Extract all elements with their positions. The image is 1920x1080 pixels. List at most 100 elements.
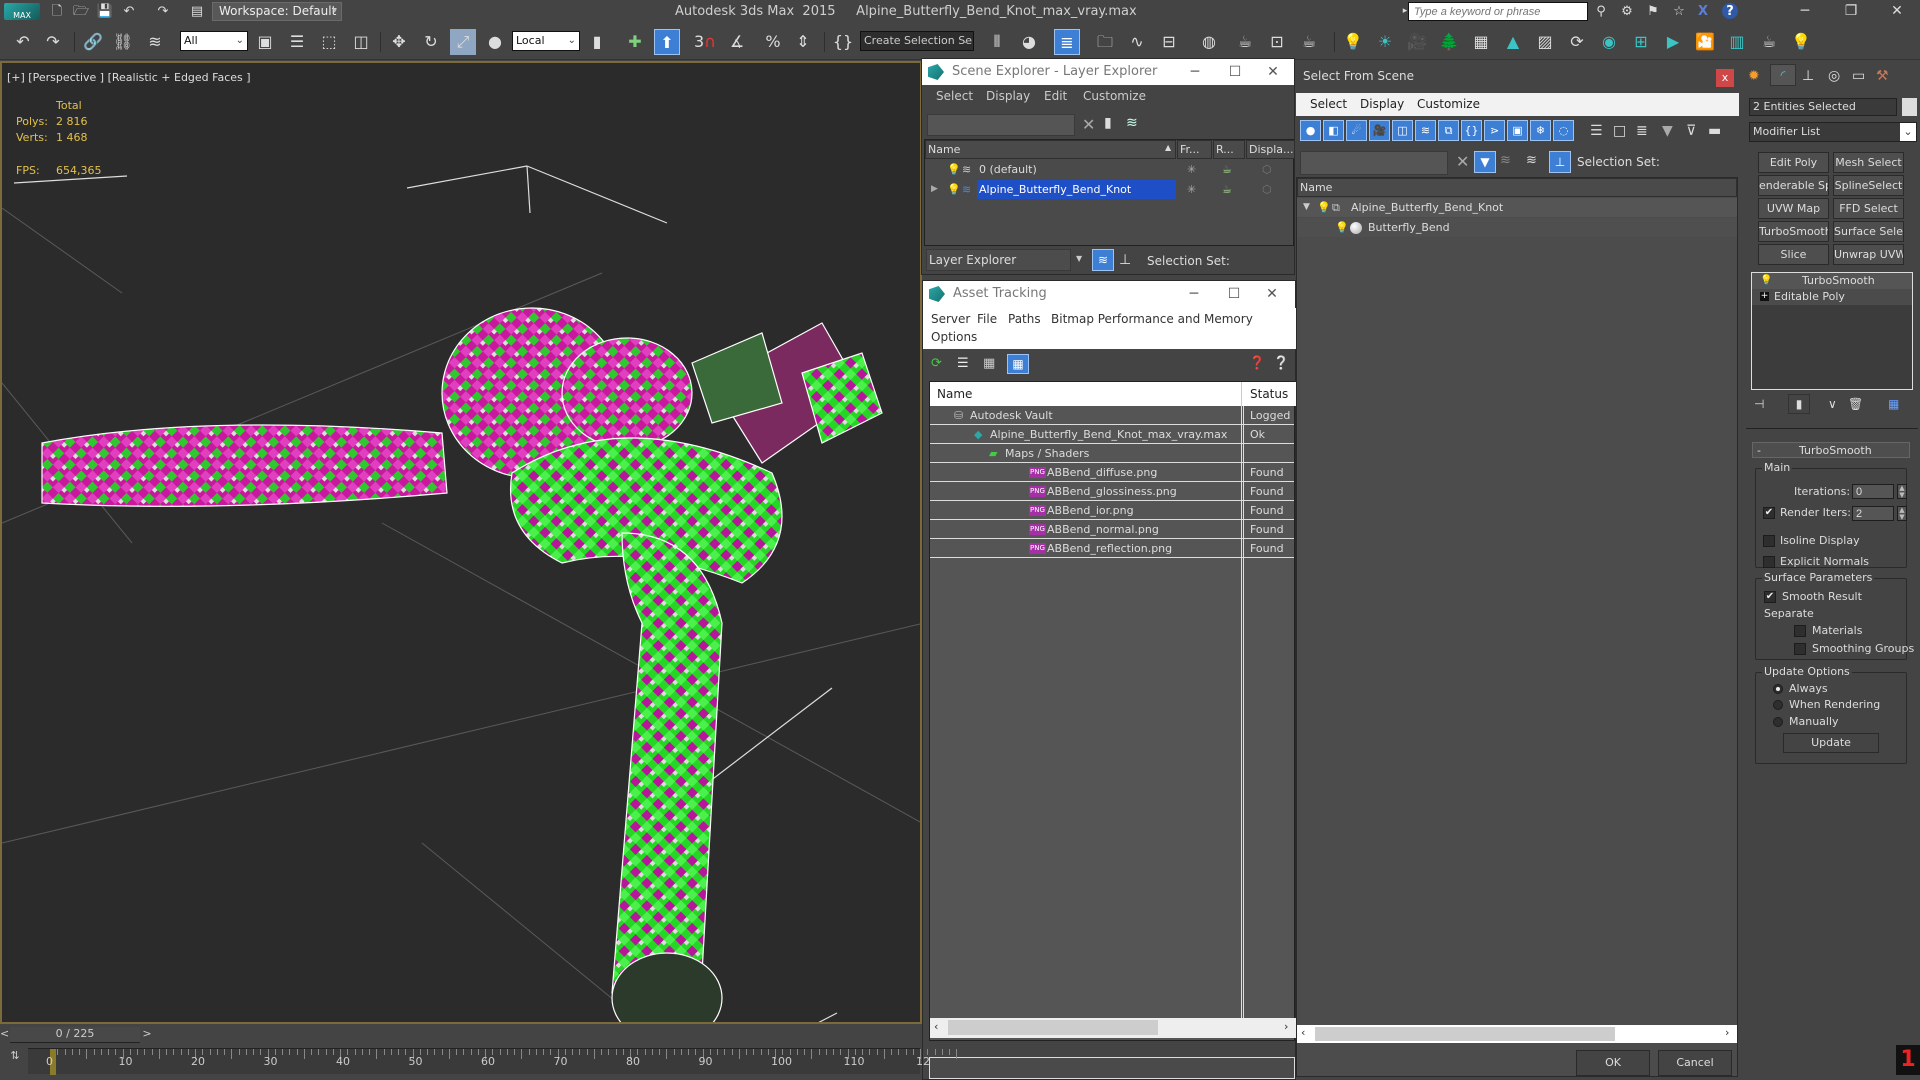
scrollbar-thumb[interactable]	[1315, 1027, 1615, 1041]
angle-snap-icon[interactable]: ∡	[724, 29, 750, 55]
help-context-icon[interactable]: ❔	[1273, 356, 1289, 371]
filter-space-warps-icon[interactable]: ≋	[1415, 120, 1436, 141]
motion-tab-icon[interactable]: ◎	[1828, 68, 1840, 84]
menu-file[interactable]: File	[977, 312, 997, 326]
render-iters-spinner-arrows[interactable]: ▲ ▼	[1897, 506, 1907, 521]
utilities-tab-icon[interactable]: ⚒	[1876, 68, 1889, 84]
menu-edit[interactable]: Edit	[1044, 89, 1067, 103]
scroll-left-icon[interactable]: ‹	[934, 1020, 938, 1033]
light-bulb-icon[interactable]: 💡	[1760, 273, 1772, 289]
filter-toggle-icon[interactable]: ▼	[1474, 151, 1496, 173]
scroll-right-icon[interactable]: ›	[1725, 1026, 1729, 1039]
binoculars-icon[interactable]: ⚲	[1592, 3, 1610, 20]
render-teapot-icon[interactable]: ☕	[1222, 180, 1232, 199]
modifier-button-surface-select[interactable]: Surface Select	[1833, 221, 1904, 242]
vray-plane-icon[interactable]: ▲	[1500, 29, 1526, 55]
snap-toggle-icon[interactable]: 3∩	[692, 29, 718, 55]
save-file-icon[interactable]: 💾	[96, 3, 114, 20]
selection-filter-dropdown[interactable]: All ⌄	[180, 31, 248, 51]
asset-row[interactable]: PNG ABBend_reflection.png Found	[930, 539, 1294, 558]
layer-view-toggle-icon[interactable]: ≋	[1092, 249, 1114, 271]
pivot-center-icon[interactable]: ▮	[584, 29, 610, 55]
viewport-label[interactable]: [+] [Perspective ] [Realistic + Edged Fa…	[7, 71, 251, 84]
menu-options[interactable]: Options	[931, 330, 977, 344]
configure-modifier-sets-icon[interactable]: ▦	[1888, 397, 1899, 411]
explicit-normals-checkbox[interactable]	[1763, 556, 1775, 568]
light-bulb-icon[interactable]: 💡	[1335, 218, 1349, 237]
asset-row[interactable]: ▰ Maps / Shaders	[930, 444, 1294, 463]
hierarchy-view-icon[interactable]: ⊥	[1549, 151, 1571, 173]
filter-hidden-icon[interactable]: ◌	[1553, 120, 1574, 141]
render-iters-spinner-input[interactable]	[1852, 506, 1894, 521]
modify-tab-icon[interactable]: ◜	[1770, 64, 1796, 86]
named-selection-set-dropdown[interactable]: Create Selection Se ⌄	[860, 31, 974, 51]
toggle-layer-explorer-icon[interactable]: 🗀	[1092, 29, 1118, 55]
modifier-button-uvw-map[interactable]: UVW Map	[1758, 198, 1829, 219]
app-logo-button[interactable]: MAX	[4, 3, 40, 20]
refresh-icon[interactable]: ⟳	[931, 356, 942, 371]
close-button[interactable]: x	[1716, 69, 1734, 87]
select-and-link-icon[interactable]: 🔗	[80, 29, 106, 55]
window-crossing-icon[interactable]: ◫	[348, 29, 374, 55]
asset-tracking-titlebar[interactable]: Asset Tracking ─ ☐ ✕	[923, 281, 1295, 308]
edit-named-selection-icon[interactable]: {}	[830, 29, 856, 55]
filter-helpers-icon[interactable]: ◫	[1392, 120, 1413, 141]
chevron-down-icon[interactable]: ▼	[1076, 254, 1082, 263]
spinner-snap-icon[interactable]: ⇕	[790, 29, 816, 55]
modifier-button-slice[interactable]: Slice	[1758, 244, 1829, 265]
filter-cameras-icon[interactable]: 🎥	[1369, 120, 1390, 141]
filter-frozen-icon[interactable]: ❄	[1530, 120, 1551, 141]
make-unique-icon[interactable]: ∨	[1828, 397, 1837, 411]
asset-row[interactable]: PNG ABBend_glossiness.png Found	[930, 482, 1294, 501]
rotate-icon[interactable]: ↻	[418, 29, 444, 55]
redo-icon[interactable]: ↷	[40, 29, 66, 55]
select-all-icon[interactable]: □	[1613, 123, 1626, 139]
freeze-icon[interactable]: ✳	[1187, 160, 1196, 179]
curve-editor-mini-icon[interactable]: ⇅	[4, 1049, 26, 1075]
render-production-icon[interactable]: ☕	[1296, 29, 1322, 55]
favorites-star-icon[interactable]: ☆	[1670, 3, 1688, 20]
new-layer-icon[interactable]: ≋	[1126, 115, 1138, 131]
light-bulb-icon[interactable]: 💡	[1317, 198, 1331, 217]
vray-fur-icon[interactable]: 🌲	[1436, 29, 1462, 55]
column-render[interactable]: R...	[1213, 140, 1245, 159]
column-display[interactable]: Displa...	[1246, 140, 1295, 159]
vray-rt-icon[interactable]: ▶	[1660, 29, 1686, 55]
tree-view-icon[interactable]: ▦	[983, 356, 995, 371]
turbosmooth-rollout-header[interactable]: - TurboSmooth	[1752, 442, 1910, 458]
modifier-button-ffd-select[interactable]: FFD Select	[1833, 198, 1904, 219]
asset-row[interactable]: ⛁ Autodesk Vault Logged Out	[930, 406, 1294, 425]
clear-search-icon[interactable]: ✕	[1082, 115, 1095, 134]
schematic-view-icon[interactable]: ⊟	[1156, 29, 1182, 55]
menu-display[interactable]: Display	[1360, 97, 1404, 111]
clear-search-icon[interactable]: ✕	[1456, 152, 1469, 171]
column-name[interactable]: Name	[937, 387, 972, 401]
sun-light-icon[interactable]: ☀	[1372, 29, 1398, 55]
place-object-icon[interactable]: ●	[482, 29, 508, 55]
menu-customize[interactable]: Customize	[1417, 97, 1480, 111]
select-object-icon[interactable]: ▣	[252, 29, 278, 55]
stack-item[interactable]: 💡 TurboSmooth	[1752, 273, 1912, 289]
hierarchy-tab-icon[interactable]: ⊥	[1802, 68, 1814, 84]
display-tab-icon[interactable]: ▭	[1852, 68, 1865, 84]
asset-path-field[interactable]	[929, 1057, 1295, 1079]
stack-item[interactable]: + Editable Poly	[1752, 289, 1912, 305]
column-status[interactable]: Status	[1250, 387, 1288, 401]
open-file-icon[interactable]: 🗁	[72, 3, 90, 20]
collapse-all-icon[interactable]: ▬	[1708, 123, 1721, 139]
pin-stack-icon[interactable]: ⊣	[1754, 397, 1764, 411]
filter-icon[interactable]: ▼	[1662, 123, 1673, 139]
smoothing-groups-checkbox[interactable]	[1794, 643, 1806, 655]
filter-options-icon[interactable]: ⊽	[1686, 123, 1696, 139]
add-to-layer-icon[interactable]: ▮	[1104, 115, 1112, 131]
expand-arrow-icon[interactable]: ▶	[931, 180, 938, 199]
menu-bitmap-performance[interactable]: Bitmap Performance and Memory	[1051, 312, 1253, 326]
menu-customize[interactable]: Customize	[1083, 89, 1146, 103]
modifier-button-edit-poly[interactable]: Edit Poly	[1758, 152, 1829, 173]
menu-server[interactable]: Server	[931, 312, 970, 326]
layer-row[interactable]: 💡 ≋ 0 (default) ✳ ☕ ⬡	[925, 160, 1293, 179]
freeze-icon[interactable]: ✳	[1187, 180, 1196, 199]
vray-physical-camera-icon[interactable]: 🎦	[1692, 29, 1718, 55]
scene-explorer-titlebar[interactable]: Scene Explorer - Layer Explorer ─ ☐ ✕	[922, 59, 1294, 85]
menu-select[interactable]: Select	[1310, 97, 1347, 111]
